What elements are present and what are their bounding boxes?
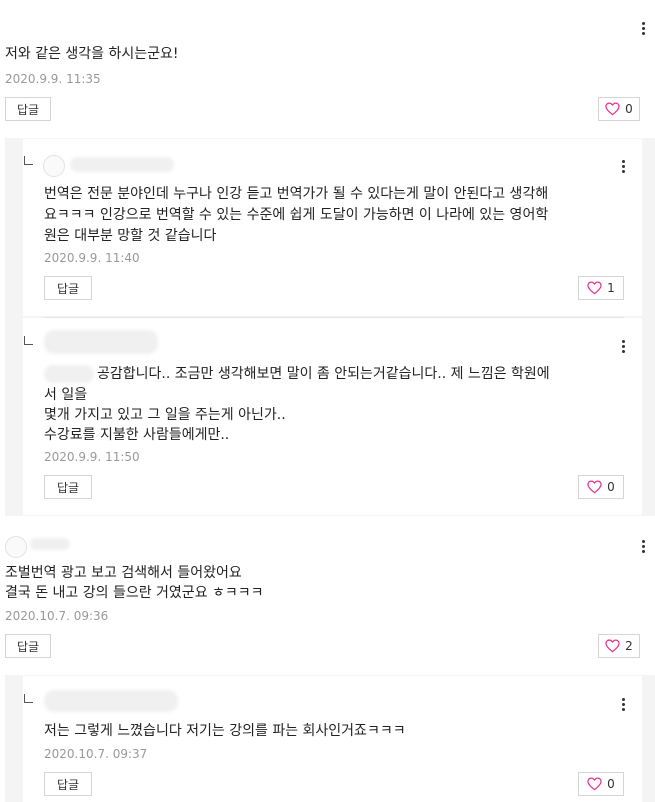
reply-text-line: 번역은 전문 분야인데 누구나 인강 듣고 번역가가 될 수 있다는게 말이 안… bbox=[44, 186, 549, 202]
reply-button[interactable]: 답글 bbox=[44, 475, 92, 499]
reply-corner-icon bbox=[24, 156, 33, 165]
more-options-icon[interactable] bbox=[620, 340, 626, 353]
reply-corner-icon bbox=[24, 336, 33, 345]
reply-date: 2020.9.9. 11:50 bbox=[44, 450, 140, 464]
comment-date: 2020.10.7. 09:36 bbox=[5, 609, 109, 623]
reply-text-line: 수강료를 지불한 사람들에게만.. bbox=[44, 427, 230, 443]
reply-button[interactable]: 답글 bbox=[44, 772, 92, 796]
author-name-redacted bbox=[70, 157, 174, 172]
heart-icon bbox=[605, 102, 620, 116]
reply-button[interactable]: 답글 bbox=[5, 97, 51, 121]
like-button[interactable]: 0 bbox=[598, 97, 640, 121]
comment-text-line: 조벌번역 광고 보고 검색해서 들어왔어요 bbox=[5, 565, 242, 581]
author-name-redacted bbox=[30, 538, 70, 550]
like-count: 1 bbox=[607, 281, 615, 295]
reply-text-line: 원은 대부분 망할 것 같습니다 bbox=[44, 228, 217, 244]
reply-text-line: 서 일을 bbox=[44, 387, 88, 403]
reply-button[interactable]: 답글 bbox=[44, 276, 92, 300]
more-options-icon[interactable] bbox=[620, 698, 626, 711]
avatar bbox=[5, 536, 27, 558]
like-button[interactable]: 0 bbox=[578, 475, 624, 499]
heart-icon bbox=[587, 480, 602, 494]
reply-button[interactable]: 답글 bbox=[5, 634, 51, 658]
author-name-redacted bbox=[44, 330, 158, 354]
comment-text: 저와 같은 생각을 하시는군요! bbox=[5, 46, 179, 62]
like-button[interactable]: 0 bbox=[578, 772, 624, 796]
like-count: 0 bbox=[607, 777, 615, 791]
more-options-icon[interactable] bbox=[640, 22, 646, 35]
like-count: 0 bbox=[607, 480, 615, 494]
heart-icon bbox=[587, 281, 602, 295]
mention-redacted bbox=[44, 365, 94, 383]
reply-text-line: 몇개 가지고 있고 그 일을 주는게 아닌가.. bbox=[44, 407, 286, 423]
heart-icon bbox=[605, 639, 620, 653]
like-button[interactable]: 2 bbox=[598, 634, 640, 658]
like-button[interactable]: 1 bbox=[578, 276, 624, 300]
more-options-icon[interactable] bbox=[640, 540, 646, 553]
reply-text-line: 공감합니다.. 조금만 생각해보면 말이 좀 안되는거같습니다.. 제 느낌은 … bbox=[97, 366, 550, 382]
comment-text-line: 결국 돈 내고 강의 들으란 거였군요 ㅎㅋㅋㅋ bbox=[5, 585, 264, 601]
reply-date: 2020.9.9. 11:40 bbox=[44, 251, 140, 265]
avatar bbox=[43, 155, 65, 177]
comment-date: 2020.9.9. 11:35 bbox=[5, 72, 101, 86]
reply-date: 2020.10.7. 09:37 bbox=[44, 747, 148, 761]
more-options-icon[interactable] bbox=[620, 160, 626, 173]
heart-icon bbox=[587, 777, 602, 791]
reply-corner-icon bbox=[24, 694, 33, 703]
like-count: 0 bbox=[625, 102, 633, 116]
reply-text-line: 저는 그렇게 느꼈습니다 저기는 강의를 파는 회사인거죠ㅋㅋㅋ bbox=[44, 723, 406, 739]
like-count: 2 bbox=[625, 639, 633, 653]
divider bbox=[44, 317, 624, 318]
author-name-redacted bbox=[44, 690, 178, 712]
reply-text-line: 요ㅋㅋㅋ 인강으로 번역할 수 있는 수준에 쉽게 도달이 가능하면 이 나라에… bbox=[44, 207, 549, 223]
